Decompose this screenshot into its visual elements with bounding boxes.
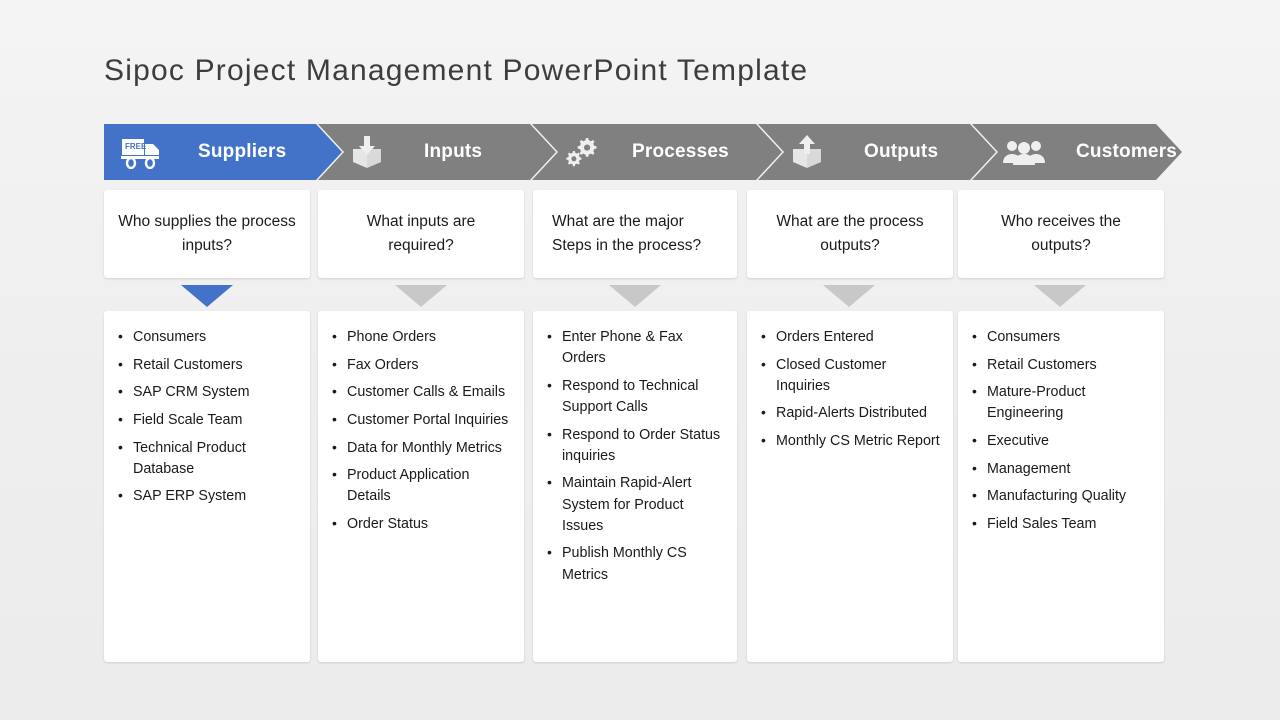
content-box-suppliers: Consumers Retail Customers SAP CRM Syste… xyxy=(104,311,310,662)
question-box-customers: Who receives the outputs? xyxy=(958,190,1164,278)
list-item: Closed Customer Inquiries xyxy=(759,354,943,397)
connector-triangle-inputs xyxy=(395,285,447,307)
list-item: SAP CRM System xyxy=(116,381,300,403)
list-item: SAP ERP System xyxy=(116,485,300,507)
list-item: Mature-Product Engineering xyxy=(970,381,1154,424)
list-item: Respond to Order Status inquiries xyxy=(545,424,727,467)
delivery-truck-icon: FREE xyxy=(118,132,164,172)
stage-header-customers[interactable]: Customers xyxy=(972,124,1182,180)
list-item: Data for Monthly Metrics xyxy=(330,437,514,459)
connector-triangle-suppliers xyxy=(181,285,233,307)
stage-label-customers: Customers xyxy=(1076,141,1178,162)
connector-triangle-processes xyxy=(609,285,661,307)
list-outputs: Orders Entered Closed Customer Inquiries… xyxy=(759,326,943,452)
list-item: Phone Orders xyxy=(330,326,514,348)
stage-label-processes: Processes xyxy=(632,141,729,162)
question-text-inputs: What inputs are required? xyxy=(366,212,476,254)
box-arrow-down-icon xyxy=(346,132,388,172)
list-item: Respond to Technical Support Calls xyxy=(545,375,727,418)
list-item: Field Sales Team xyxy=(970,513,1154,535)
list-processes: Enter Phone & Fax Orders Respond to Tech… xyxy=(545,326,727,586)
list-item: Rapid-Alerts Distributed xyxy=(759,402,943,424)
question-text-outputs: What are the process outputs? xyxy=(776,212,924,254)
list-item: Enter Phone & Fax Orders xyxy=(545,326,727,369)
stage-label-outputs: Outputs xyxy=(864,141,939,162)
list-item: Technical Product Database xyxy=(116,437,300,480)
list-inputs: Phone Orders Fax Orders Customer Calls &… xyxy=(330,326,514,535)
question-box-suppliers: Who supplies the process inputs? xyxy=(104,190,310,278)
slide-canvas: Sipoc Project Management PowerPoint Temp… xyxy=(0,0,1280,720)
list-item: Order Status xyxy=(330,513,514,535)
list-item: Retail Customers xyxy=(116,354,300,376)
connector-triangle-customers xyxy=(1034,285,1086,307)
list-item: Product Application Details xyxy=(330,464,514,507)
question-box-outputs: What are the process outputs? xyxy=(747,190,953,278)
box-arrow-up-icon xyxy=(786,132,828,172)
stage-header-suppliers[interactable]: FREE Suppliers xyxy=(104,124,342,180)
list-item: Customer Calls & Emails xyxy=(330,381,514,403)
list-item: Customer Portal Inquiries xyxy=(330,409,514,431)
svg-text:FREE: FREE xyxy=(125,142,147,151)
list-item: Publish Monthly CS Metrics xyxy=(545,542,727,585)
list-item: Field Scale Team xyxy=(116,409,300,431)
gears-icon xyxy=(560,132,602,172)
list-item: Consumers xyxy=(970,326,1154,348)
content-box-processes: Enter Phone & Fax Orders Respond to Tech… xyxy=(533,311,737,662)
stage-label-suppliers: Suppliers xyxy=(198,141,287,162)
people-group-icon xyxy=(1000,135,1048,169)
question-text-customers: Who receives the outputs? xyxy=(1001,212,1121,254)
question-box-inputs: What inputs are required? xyxy=(318,190,524,278)
list-item: Consumers xyxy=(116,326,300,348)
content-box-customers: Consumers Retail Customers Mature-Produc… xyxy=(958,311,1164,662)
list-item: Maintain Rapid-Alert System for Product … xyxy=(545,472,727,536)
list-item: Fax Orders xyxy=(330,354,514,376)
list-item: Executive xyxy=(970,430,1154,452)
stage-header-outputs[interactable]: Outputs xyxy=(758,124,996,180)
list-item: Orders Entered xyxy=(759,326,943,348)
stage-header-processes[interactable]: Processes xyxy=(532,124,782,180)
stage-label-inputs: Inputs xyxy=(424,141,483,162)
question-text-suppliers: Who supplies the process inputs? xyxy=(118,212,296,254)
list-suppliers: Consumers Retail Customers SAP CRM Syste… xyxy=(116,326,300,508)
content-box-outputs: Orders Entered Closed Customer Inquiries… xyxy=(747,311,953,662)
list-item: Monthly CS Metric Report xyxy=(759,430,943,452)
list-item: Retail Customers xyxy=(970,354,1154,376)
connector-triangle-outputs xyxy=(823,285,875,307)
question-box-processes: What are the major Steps in the process? xyxy=(533,190,737,278)
list-item: Management xyxy=(970,458,1154,480)
stage-header-inputs[interactable]: Inputs xyxy=(318,124,556,180)
list-item: Manufacturing Quality xyxy=(970,485,1154,507)
sipoc-header-band: FREE Suppliers Inputs Processes Outputs … xyxy=(104,124,1182,180)
page-title: Sipoc Project Management PowerPoint Temp… xyxy=(104,54,809,87)
list-customers: Consumers Retail Customers Mature-Produc… xyxy=(970,326,1154,535)
content-box-inputs: Phone Orders Fax Orders Customer Calls &… xyxy=(318,311,524,662)
question-text-processes: What are the major Steps in the process? xyxy=(552,212,702,254)
